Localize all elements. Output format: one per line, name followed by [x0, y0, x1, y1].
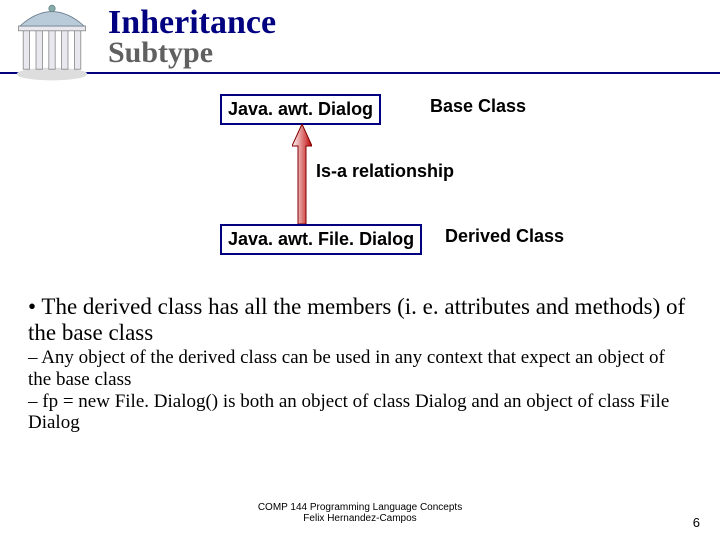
sub-bullet-1: Any object of the derived class can be u…	[28, 347, 692, 391]
page-number: 6	[693, 515, 700, 530]
bullet-list: The derived class has all the members (i…	[28, 294, 692, 434]
derived-class-label: Derived Class	[445, 226, 564, 247]
main-bullet-text: The derived class has all the members (i…	[28, 294, 685, 345]
sub-bullet-2: fp = new File. Dialog() is both an objec…	[28, 391, 692, 435]
old-well-logo	[12, 2, 92, 82]
base-class-label: Base Class	[430, 96, 526, 117]
relationship-label: Is-a relationship	[316, 161, 454, 182]
footer: COMP 144 Programming Language Concepts F…	[0, 502, 720, 524]
slide-header: Inheritance Subtype	[0, 0, 720, 74]
footer-line-2: Felix Hernandez-Campos	[0, 513, 720, 524]
is-a-arrow-icon	[292, 124, 312, 224]
derived-class-box: Java. awt. File. Dialog	[220, 224, 422, 255]
footer-line-1: COMP 144 Programming Language Concepts	[0, 502, 720, 513]
slide-title: Inheritance	[108, 6, 720, 40]
inheritance-diagram: Java. awt. Dialog Base Class Is-a relati…	[0, 94, 720, 274]
main-bullet: The derived class has all the members (i…	[28, 294, 692, 434]
base-class-box: Java. awt. Dialog	[220, 94, 381, 125]
slide-subtitle: Subtype	[108, 38, 720, 68]
header-rule	[0, 72, 720, 74]
